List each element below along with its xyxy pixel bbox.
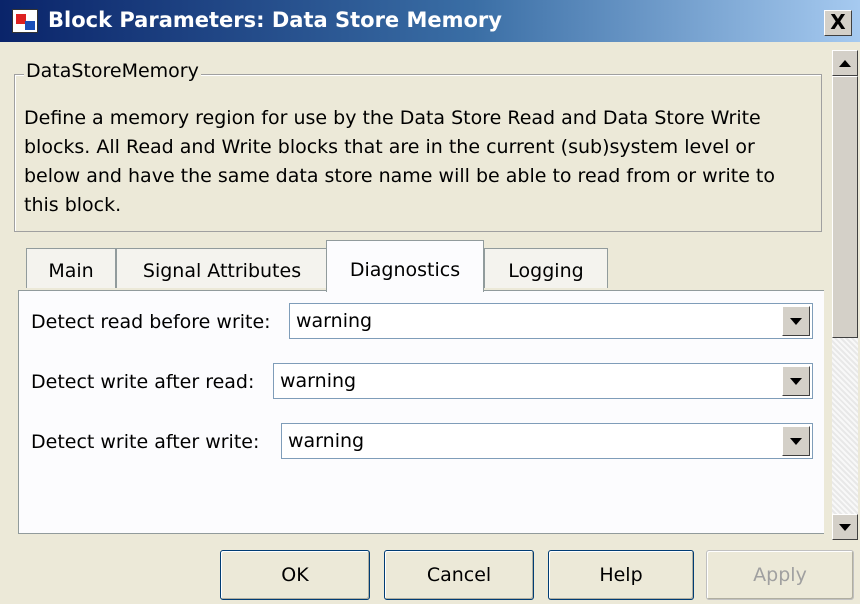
chevron-down-icon [790, 318, 802, 325]
detect-read-before-write-row: Detect read before write: warning [31, 303, 821, 343]
detect-read-before-write-value: warning [296, 310, 373, 332]
arrow-up-icon [839, 60, 851, 67]
tab-signal-attributes[interactable]: Signal Attributes [116, 248, 328, 288]
cancel-button[interactable]: Cancel [384, 550, 534, 600]
close-button[interactable]: X [824, 10, 852, 36]
detect-read-before-write-label: Detect read before write: [31, 311, 271, 333]
diagnostics-panel: Detect read before write: warning Detect… [18, 290, 824, 534]
chevron-down-icon [790, 438, 802, 445]
block-description: Define a memory region for use by the Da… [24, 107, 776, 216]
detect-write-after-write-value: warning [288, 430, 365, 452]
apply-button[interactable]: Apply [706, 550, 854, 600]
title-bar: Block Parameters: Data Store Memory X [0, 0, 860, 42]
scroll-thumb[interactable] [832, 76, 858, 338]
scroll-up-button[interactable] [832, 50, 858, 76]
chevron-down-icon [790, 378, 802, 385]
detect-write-after-read-label: Detect write after read: [31, 371, 255, 393]
scroll-down-button[interactable] [832, 514, 858, 540]
detect-write-after-write-row: Detect write after write: warning [31, 423, 821, 463]
detect-read-before-write-select[interactable]: warning [289, 303, 813, 339]
detect-write-after-read-select[interactable]: warning [273, 363, 813, 399]
detect-write-after-read-value: warning [280, 370, 357, 392]
ok-button[interactable]: OK [220, 550, 370, 600]
arrow-down-icon [839, 524, 851, 531]
detect-write-after-write-label: Detect write after write: [31, 431, 260, 453]
group-legend: DataStoreMemory [24, 60, 201, 82]
dropdown-button[interactable] [782, 426, 810, 456]
vertical-scrollbar[interactable] [832, 50, 858, 540]
tab-diagnostics[interactable]: Diagnostics [326, 240, 484, 292]
dropdown-button[interactable] [782, 366, 810, 396]
tab-main[interactable]: Main [26, 248, 116, 288]
simulink-block-icon [12, 9, 38, 33]
dropdown-button[interactable] [782, 306, 810, 336]
help-button[interactable]: Help [548, 550, 694, 600]
tab-logging[interactable]: Logging [484, 248, 608, 288]
window-title: Block Parameters: Data Store Memory [48, 8, 502, 32]
detect-write-after-read-row: Detect write after read: warning [31, 363, 821, 403]
detect-write-after-write-select[interactable]: warning [281, 423, 813, 459]
